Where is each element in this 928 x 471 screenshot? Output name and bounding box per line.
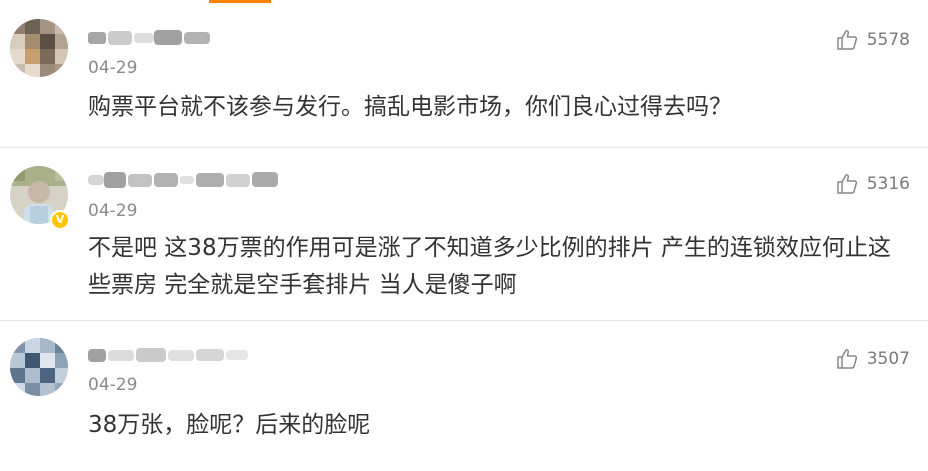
comment-date: 04-29	[88, 201, 138, 221]
like-count: 3507	[866, 349, 910, 369]
thumbs-up-icon[interactable]	[835, 28, 859, 52]
like-count: 5316	[866, 174, 910, 194]
like-count: 5578	[866, 30, 910, 50]
verified-badge-icon: V	[50, 210, 70, 230]
thumbs-up-icon[interactable]	[835, 172, 859, 196]
comment-text: 38万张，脸呢？后来的脸呢	[88, 412, 371, 438]
thumbs-up-icon[interactable]	[835, 347, 859, 371]
comment-date: 04-29	[88, 375, 138, 395]
username-redacted[interactable]	[88, 26, 218, 50]
like-button[interactable]: 5578	[835, 28, 910, 52]
username-redacted[interactable]	[88, 343, 253, 367]
like-button[interactable]: 5316	[835, 172, 910, 196]
comment-text: 不是吧 这38万票的作用可是涨了不知道多少比例的排片 产生的连锁效应何止这些票房…	[88, 235, 891, 298]
comment-item: 04-29 购票平台就不该参与发行。搞乱电影市场，你们良心过得去吗？ 5578	[0, 0, 928, 148]
comment-item: 04-29 38万张，脸呢？后来的脸呢 3507	[0, 321, 928, 471]
comment-item: V 04-29 不是吧 这38万票的作用可是涨了不知道多少比例的排片 产生的连锁…	[0, 148, 928, 321]
username-redacted[interactable]	[88, 168, 283, 192]
avatar[interactable]	[10, 338, 68, 396]
like-button[interactable]: 3507	[835, 347, 910, 371]
comment-date: 04-29	[88, 58, 138, 78]
avatar[interactable]	[10, 19, 68, 77]
comment-text: 购票平台就不该参与发行。搞乱电影市场，你们良心过得去吗？	[88, 94, 732, 120]
